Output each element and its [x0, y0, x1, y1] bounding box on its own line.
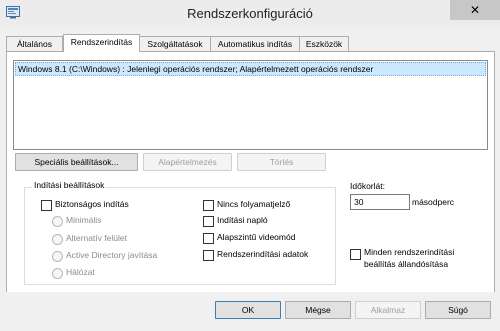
make-permanent-label-line1[interactable]: Minden rendszerindítási: [364, 247, 454, 257]
base-video-label[interactable]: Alapszintű videomód: [217, 232, 295, 242]
boot-entry-windows-8-1[interactable]: Windows 8.1 (C:\Windows) : Jelenlegi ope…: [15, 62, 486, 76]
boot-log-label[interactable]: Indítási napló: [217, 215, 268, 225]
cancel-button[interactable]: Mégse: [285, 301, 351, 319]
tab-services[interactable]: Szolgáltatások: [139, 36, 211, 51]
dialog-footer: OK Mégse Alkalmaz Súgó: [0, 292, 500, 331]
network-radio[interactable]: [52, 268, 63, 279]
base-video-checkbox[interactable]: [203, 233, 214, 244]
boot-log-checkbox[interactable]: [203, 216, 214, 227]
delete-button[interactable]: Törlés: [237, 153, 326, 171]
tab-strip: Általános Rendszerindítás Szolgáltatások…: [6, 34, 494, 52]
make-permanent-label-line2[interactable]: beállítás állandósítása: [364, 259, 448, 269]
ad-repair-label: Active Directory javítása: [66, 250, 158, 260]
tab-startup[interactable]: Automatikus indítás: [210, 36, 300, 51]
set-default-button[interactable]: Alapértelmezés: [143, 153, 232, 171]
minimal-label: Minimális: [66, 215, 102, 225]
tab-boot[interactable]: Rendszerindítás: [63, 34, 140, 52]
network-label: Hálózat: [66, 267, 95, 277]
system-configuration-window: Rendszerkonfiguráció ✕ Általános Rendsze…: [0, 0, 500, 331]
apply-button[interactable]: Alkalmaz: [355, 301, 421, 319]
window-title: Rendszerkonfiguráció: [187, 6, 313, 21]
advanced-options-button[interactable]: Speciális beállítások...: [15, 153, 138, 171]
timeout-unit-label: másodperc: [412, 197, 455, 207]
close-icon: ✕: [470, 3, 481, 17]
close-button[interactable]: ✕: [450, 0, 500, 20]
os-boot-info-checkbox[interactable]: [203, 250, 214, 261]
safe-boot-label[interactable]: Biztonságos indítás: [55, 199, 129, 209]
boot-entry-list[interactable]: Windows 8.1 (C:\Windows) : Jelenlegi ope…: [13, 60, 488, 150]
tab-general[interactable]: Általános: [6, 36, 63, 51]
help-button[interactable]: Súgó: [425, 301, 491, 319]
ad-repair-radio[interactable]: [52, 251, 63, 262]
minimal-radio[interactable]: [52, 216, 63, 227]
safe-boot-checkbox[interactable]: [41, 200, 52, 211]
tab-tools[interactable]: Eszközök: [299, 36, 349, 51]
title-bar[interactable]: Rendszerkonfiguráció ✕: [0, 0, 500, 28]
boot-options-group-label: Indítási beállítások: [32, 180, 107, 190]
timeout-input[interactable]: 30: [350, 194, 410, 210]
no-gui-boot-checkbox[interactable]: [203, 200, 214, 211]
make-permanent-checkbox[interactable]: [350, 249, 361, 260]
no-gui-boot-label[interactable]: Nincs folyamatjelző: [217, 199, 290, 209]
alternate-shell-label: Alternatív felület: [66, 233, 127, 243]
os-boot-info-label[interactable]: Rendszerindítási adatok: [217, 249, 308, 259]
timeout-label: Időkorlát:: [350, 181, 385, 191]
alternate-shell-radio[interactable]: [52, 234, 63, 245]
ok-button[interactable]: OK: [215, 301, 281, 319]
